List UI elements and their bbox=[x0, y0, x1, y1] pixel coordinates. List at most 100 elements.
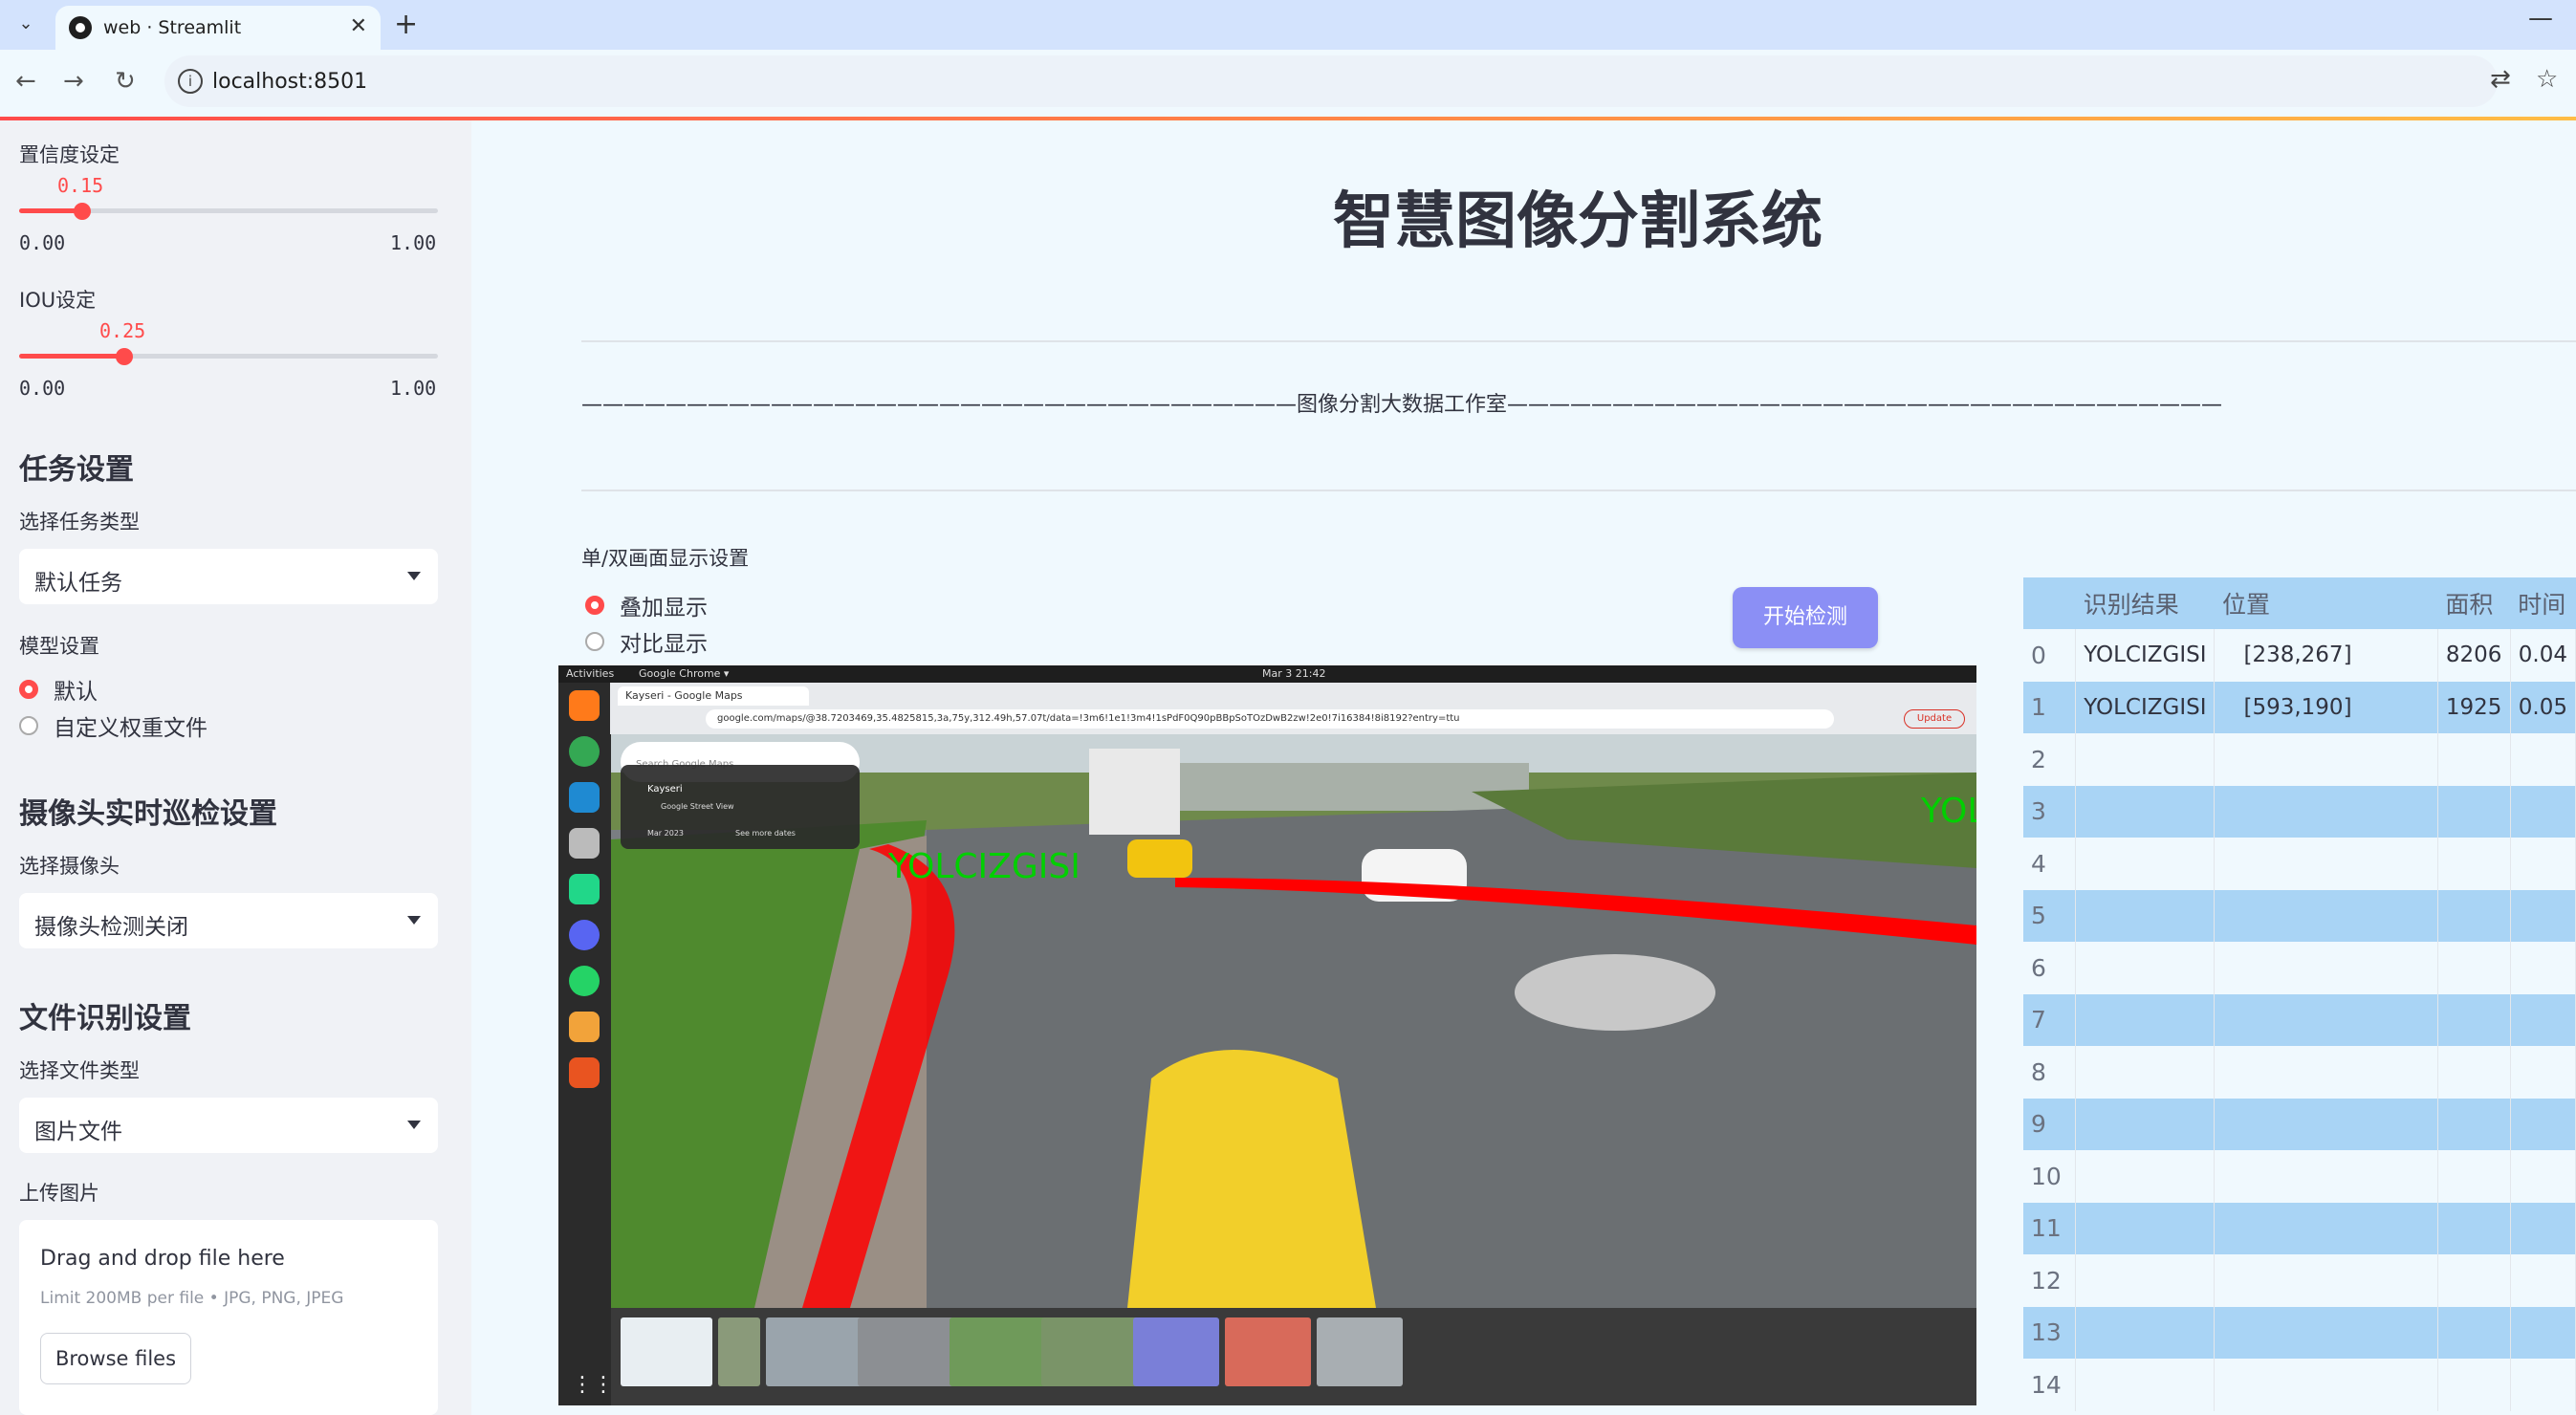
browse-files-button[interactable]: Browse files bbox=[40, 1333, 191, 1384]
maps-place-name: Kayseri bbox=[647, 784, 683, 795]
row-index: 12 bbox=[2023, 1254, 2077, 1307]
table-cell bbox=[2510, 1202, 2576, 1254]
table-cell bbox=[2214, 1254, 2438, 1307]
row-index: 14 bbox=[2023, 1359, 2077, 1411]
file-settings-heading: 文件识别设置 bbox=[19, 1002, 191, 1035]
inner-tab: Kayseri - Google Maps bbox=[618, 686, 809, 706]
table-row: 8 bbox=[2023, 1046, 2576, 1099]
forward-icon[interactable]: → bbox=[63, 67, 84, 96]
results-table[interactable]: 识别结果 位置 面积 时间 0 YOLCIZGISI [238,267] 8206 0.… bbox=[2023, 577, 2576, 1415]
bookmark-star-icon[interactable]: ☆ bbox=[2536, 65, 2558, 94]
reload-icon[interactable]: ↻ bbox=[115, 67, 136, 96]
thumbnail bbox=[1317, 1317, 1403, 1386]
inner-browser-chrome: Kayseri - Google Maps google.com/maps/@3… bbox=[610, 683, 1976, 734]
table-row: 12 bbox=[2023, 1254, 2576, 1307]
camera-value: 摄像头检测关闭 bbox=[34, 915, 188, 940]
table-row: 13 bbox=[2023, 1306, 2576, 1359]
table-cell: 0.04 bbox=[2510, 629, 2576, 682]
close-tab-icon[interactable]: ✕ bbox=[350, 14, 367, 38]
table-cell bbox=[2437, 838, 2511, 890]
minimize-icon[interactable]: — bbox=[2528, 4, 2553, 33]
start-detection-button[interactable]: 开始检测 bbox=[1733, 587, 1878, 648]
model-settings-label: 模型设置 bbox=[19, 635, 99, 658]
column-header: 面积 bbox=[2437, 577, 2511, 629]
upload-label: 上传图片 bbox=[19, 1182, 99, 1205]
chevron-down-icon bbox=[407, 572, 421, 580]
iou-slider-fill bbox=[19, 354, 124, 359]
table-cell bbox=[2075, 1202, 2216, 1254]
table-cell: 1925 bbox=[2437, 681, 2511, 733]
table-cell bbox=[2437, 733, 2511, 786]
row-index: 11 bbox=[2023, 1202, 2077, 1254]
confidence-slider-thumb[interactable] bbox=[73, 203, 91, 220]
table-row: 9 bbox=[2023, 1098, 2576, 1150]
firefox-icon bbox=[569, 690, 600, 721]
table-cell bbox=[2075, 785, 2216, 838]
result-image: Activities Google Chrome ▾ Mar 3 21:42 ⋮… bbox=[558, 665, 1976, 1405]
back-icon[interactable]: ← bbox=[15, 67, 36, 96]
table-cell bbox=[2075, 733, 2216, 786]
row-index: 0 bbox=[2023, 629, 2077, 682]
model-option-default[interactable]: 默认 bbox=[19, 673, 98, 706]
camera-settings-heading: 摄像头实时巡检设置 bbox=[19, 797, 277, 831]
inner-url: google.com/maps/@38.7203469,35.4825815,3… bbox=[706, 709, 1834, 729]
page-title: 智慧图像分割系统 bbox=[1333, 186, 1823, 257]
task-type-select[interactable]: 默认任务 bbox=[19, 549, 438, 604]
tab-search-chevron-icon[interactable]: ⌄ bbox=[11, 10, 40, 38]
translate-icon[interactable]: ⇄ bbox=[2490, 65, 2511, 94]
table-row: 5 bbox=[2023, 889, 2576, 942]
table-cell bbox=[2437, 1098, 2511, 1150]
table-cell bbox=[2510, 1150, 2576, 1203]
new-tab-icon[interactable]: + bbox=[394, 8, 418, 41]
column-header: 时间 bbox=[2510, 577, 2576, 629]
display-option-label: 叠加显示 bbox=[620, 596, 708, 620]
table-row: 4 bbox=[2023, 838, 2576, 890]
inner-update-button: Update bbox=[1904, 709, 1965, 729]
display-option-overlay[interactable]: 叠加显示 bbox=[585, 589, 708, 621]
iou-slider[interactable] bbox=[19, 354, 438, 359]
camera-select[interactable]: 摄像头检测关闭 bbox=[19, 893, 438, 948]
model-option-custom[interactable]: 自定义权重文件 bbox=[19, 709, 207, 742]
browser-toolbar: ← → ↻ i localhost:8501 ⇄ ☆ bbox=[0, 50, 2576, 117]
table-cell bbox=[2437, 942, 2511, 994]
table-cell bbox=[2075, 889, 2216, 942]
table-cell bbox=[2075, 1254, 2216, 1307]
table-row: 0 YOLCIZGISI [238,267] 8206 0.04 bbox=[2023, 629, 2576, 682]
table-cell bbox=[2437, 1306, 2511, 1359]
column-header bbox=[2023, 577, 2076, 629]
browser-tab[interactable]: web · Streamlit ✕ bbox=[55, 6, 381, 50]
site-info-icon[interactable]: i bbox=[178, 69, 203, 94]
table-cell bbox=[2075, 838, 2216, 890]
address-bar[interactable]: i localhost:8501 bbox=[164, 55, 2498, 107]
iou-label: IOU设定 bbox=[19, 289, 97, 312]
divider bbox=[581, 340, 2576, 342]
table-cell bbox=[2437, 1359, 2511, 1411]
table-cell bbox=[2214, 889, 2438, 942]
chevron-down-icon bbox=[407, 1121, 421, 1129]
file-type-select[interactable]: 图片文件 bbox=[19, 1098, 438, 1153]
table-cell bbox=[2510, 1098, 2576, 1150]
table-cell bbox=[2510, 993, 2576, 1046]
detection-label: YOLCIZGISI bbox=[887, 847, 1081, 886]
display-option-compare[interactable]: 对比显示 bbox=[585, 625, 708, 658]
row-index: 4 bbox=[2023, 838, 2077, 890]
browser-tab-strip: ⌄ web · Streamlit ✕ + — bbox=[0, 0, 2576, 50]
results-grid: 识别结果 位置 面积 时间 0 YOLCIZGISI [238,267] 8206 0.… bbox=[2023, 577, 2576, 1411]
iou-min: 0.00 bbox=[19, 377, 66, 400]
street-view-photo: YOLCIZGISI YOL Search Google Maps Kayser… bbox=[611, 734, 1976, 1308]
thumbnail bbox=[1225, 1317, 1311, 1386]
iou-slider-thumb[interactable] bbox=[115, 348, 133, 365]
row-index: 13 bbox=[2023, 1306, 2077, 1359]
street-scene: YOLCIZGISI YOL Search Google Maps Kayser… bbox=[611, 734, 1976, 1308]
table-cell bbox=[2075, 942, 2216, 994]
row-index: 1 bbox=[2023, 681, 2077, 733]
dropzone-title: Drag and drop file here bbox=[40, 1247, 285, 1271]
table-cell bbox=[2510, 1359, 2576, 1411]
model-option-label: 默认 bbox=[54, 680, 98, 705]
app-menu-label: Google Chrome ▾ bbox=[639, 667, 730, 680]
file-dropzone[interactable]: Drag and drop file here Limit 200MB per … bbox=[19, 1220, 438, 1415]
maps-place-sub: Google Street View bbox=[661, 802, 734, 811]
detection-label-partial: YOL bbox=[1920, 792, 1976, 831]
table-cell bbox=[2214, 1359, 2438, 1411]
table-cell bbox=[2214, 1306, 2438, 1359]
